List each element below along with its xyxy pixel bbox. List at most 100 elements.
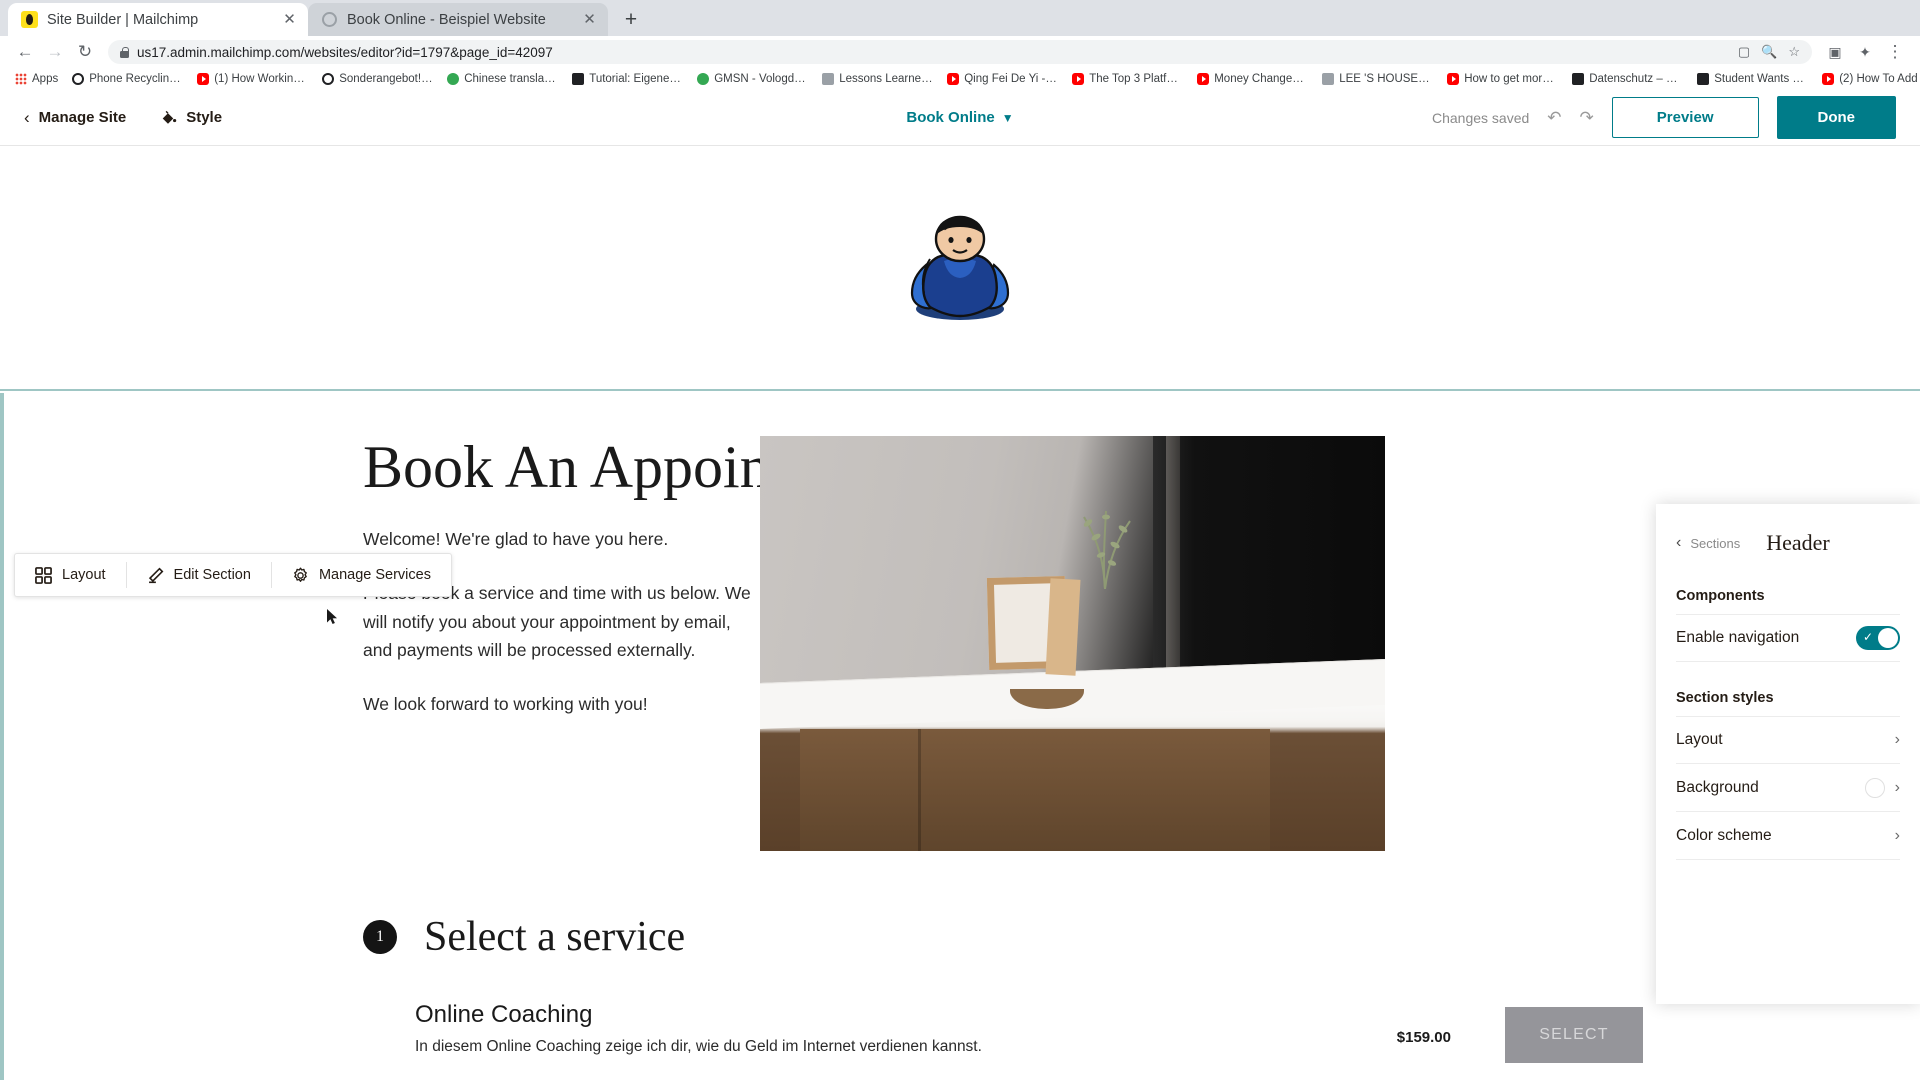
chevron-right-icon: › — [1894, 826, 1900, 844]
section-toolbar: Layout Edit Section Manage Services — [14, 553, 452, 597]
new-tab-button[interactable]: + — [614, 3, 648, 36]
manage-site-button[interactable]: ‹ Manage Site — [24, 108, 126, 128]
browser-menu-icon[interactable]: ⋮ — [1880, 38, 1910, 66]
bookmark-label: Phone Recycling... — [89, 73, 184, 85]
bookmark-label: Money Changes E... — [1214, 73, 1309, 85]
bookmark-label: LEE 'S HOUSE—... — [1339, 73, 1434, 85]
service-description: In diesem Online Coaching zeige ich dir,… — [415, 1038, 982, 1055]
hero-image-counter — [760, 658, 1385, 851]
gray-square-icon — [1322, 73, 1335, 85]
bookmark-item[interactable]: Sonderangebot! |... — [315, 73, 440, 85]
service-select-button[interactable]: SELECT — [1505, 1007, 1643, 1063]
extension-icon-1[interactable]: ▣ — [1820, 38, 1850, 66]
hero-paragraph-1: Welcome! We're glad to have you here. — [363, 529, 669, 549]
site-header-section[interactable] — [0, 146, 1920, 391]
service-row[interactable]: Online Coaching In diesem Online Coachin… — [363, 1001, 1643, 1080]
section-settings-panel: ‹ Sections Header Components Enable navi… — [1656, 504, 1920, 1004]
superhero-logo-icon — [910, 215, 1010, 320]
panel-back-button[interactable]: ‹ Sections — [1676, 534, 1740, 552]
bookmark-item[interactable]: Chinese translatio... — [440, 73, 565, 85]
chevron-right-icon: › — [1894, 731, 1900, 748]
bookmark-label: (1) How Working a... — [214, 73, 308, 85]
address-bar[interactable]: us17.admin.mailchimp.com/websites/editor… — [108, 40, 1812, 64]
back-icon[interactable]: ← — [10, 38, 40, 66]
bookmark-item[interactable]: LEE 'S HOUSE—... — [1315, 73, 1440, 85]
panel-row-layout[interactable]: Layout › — [1676, 716, 1900, 764]
changes-saved-status: Changes saved — [1431, 109, 1530, 126]
panel-title: Header — [1766, 530, 1830, 555]
bookmark-label: Tutorial: Eigene Fa... — [589, 73, 683, 85]
bookmark-apps[interactable]: Apps — [8, 73, 65, 85]
zoom-icon[interactable]: 🔍 — [1761, 44, 1777, 60]
lock-icon — [120, 46, 129, 58]
manage-services-button[interactable]: Manage Services — [272, 554, 451, 596]
omnibox-actions: ▢ 🔍 ☆ — [1738, 44, 1800, 60]
background-color-swatch[interactable] — [1864, 777, 1885, 798]
chevron-left-icon: ‹ — [1676, 534, 1682, 551]
service-price: $159.00 — [1396, 1029, 1451, 1046]
panel-row-background[interactable]: Background › — [1676, 764, 1900, 812]
youtube-icon — [1822, 73, 1835, 85]
edit-section-button[interactable]: Edit Section — [127, 554, 271, 596]
page-title: Book An Appointment — [363, 434, 907, 500]
bookmark-item[interactable]: (1) How Working a... — [190, 73, 315, 85]
redo-icon[interactable]: ↷ — [1580, 108, 1594, 128]
gray-square-icon — [822, 73, 835, 85]
bookmark-item[interactable]: Student Wants an... — [1690, 73, 1815, 85]
bookmark-item[interactable]: GMSN - Vologda... — [690, 73, 815, 85]
enable-navigation-label: Enable navigation — [1676, 629, 1800, 646]
bookmark-item[interactable]: Lessons Learned f... — [815, 73, 940, 85]
hero-paragraph-3: We look forward to working with you! — [363, 694, 648, 715]
paint-bucket-icon — [160, 109, 177, 126]
selected-section-edge — [0, 393, 4, 1080]
reload-icon[interactable]: ↻ — [70, 38, 100, 66]
done-button[interactable]: Done — [1776, 96, 1896, 139]
green-circle-icon — [697, 73, 710, 85]
panel-back-label: Sections — [1690, 535, 1741, 551]
hero-image-picture-frame-back — [1045, 578, 1081, 676]
enable-navigation-toggle[interactable]: ✓ — [1856, 626, 1900, 650]
style-button[interactable]: Style — [160, 109, 222, 126]
panel-row-color-scheme[interactable]: Color scheme › — [1676, 812, 1900, 860]
navigation-bar: ← → ↻ us17.admin.mailchimp.com/websites/… — [0, 36, 1920, 68]
site-page-body: Book An Appointment Welcome! We're glad … — [0, 391, 1920, 1080]
manage-site-label: Manage Site — [38, 109, 127, 126]
bookmark-item[interactable]: Phone Recycling... — [65, 73, 190, 85]
dark-square-icon — [572, 73, 585, 85]
forward-icon[interactable]: → — [40, 38, 70, 66]
tab-title: Site Builder | Mailchimp — [47, 11, 199, 28]
edit-section-label: Edit Section — [173, 567, 251, 583]
bookmark-item[interactable]: Datenschutz – Re... — [1565, 73, 1690, 85]
step-badge: 1 — [363, 920, 397, 954]
close-icon[interactable]: ✕ — [281, 11, 298, 28]
close-icon[interactable]: ✕ — [581, 11, 598, 28]
editor-top-bar: ‹ Manage Site Style Book Online ▼ Change… — [0, 90, 1920, 146]
bookmark-item[interactable]: Qing Fei De Yi - Y... — [940, 73, 1065, 85]
bookmark-label: Qing Fei De Yi - Y... — [964, 73, 1059, 85]
extension-icon-2[interactable]: ✦ — [1850, 38, 1880, 66]
editor-bar-right: Changes saved ↶ ↷ Preview Done — [1432, 96, 1896, 139]
select-service-section[interactable]: 1 Select a service Online Coaching In di… — [0, 913, 1920, 1080]
bookmark-star-icon[interactable]: ☆ — [1788, 44, 1800, 60]
undo-icon[interactable]: ↶ — [1547, 108, 1561, 128]
manage-services-label: Manage Services — [318, 567, 431, 583]
panel-row-label: Layout — [1676, 731, 1723, 748]
translate-icon[interactable]: ▢ — [1738, 44, 1750, 60]
page-selector[interactable]: Book Online ▼ — [906, 109, 1013, 126]
bookmark-item[interactable]: (2) How To Add A... — [1815, 73, 1920, 85]
youtube-icon — [1447, 73, 1460, 85]
bookmark-item[interactable]: Money Changes E... — [1190, 73, 1315, 85]
bookmark-item[interactable]: Tutorial: Eigene Fa... — [565, 73, 690, 85]
panel-header: ‹ Sections Header — [1656, 526, 1920, 560]
bookmark-item[interactable]: How to get more v... — [1440, 73, 1565, 85]
browser-tab-1[interactable]: Book Online - Beispiel Website ✕ — [308, 3, 608, 36]
gear-icon — [292, 567, 309, 584]
section-layout-button[interactable]: Layout — [15, 554, 126, 596]
bookmark-label: Chinese translatio... — [464, 73, 559, 85]
browser-tab-0[interactable]: Site Builder | Mailchimp ✕ — [8, 3, 308, 36]
enable-navigation-row[interactable]: Enable navigation ✓ — [1676, 614, 1900, 662]
hero-section[interactable]: Book An Appointment Welcome! We're glad … — [0, 391, 1920, 851]
bookmark-label: How to get more v... — [1464, 73, 1559, 85]
bookmark-item[interactable]: The Top 3 Platfor... — [1065, 73, 1190, 85]
preview-button[interactable]: Preview — [1611, 97, 1759, 138]
